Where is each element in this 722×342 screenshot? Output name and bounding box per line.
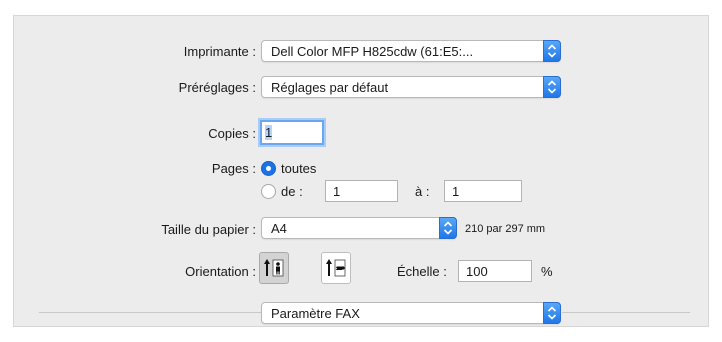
orientation-label: Orientation :: [185, 264, 256, 279]
pages-all-radio[interactable]: [261, 161, 276, 176]
portrait-icon: [260, 259, 288, 286]
chevron-updown-icon: [543, 40, 561, 62]
paper-size-value: A4: [271, 221, 287, 236]
pages-from-label: de :: [281, 184, 303, 199]
copies-label: Copies :: [208, 126, 256, 141]
print-dialog-panel: Imprimante : Dell Color MFP H825cdw (61:…: [13, 15, 709, 327]
pages-all-label: toutes: [281, 161, 317, 176]
section-popup[interactable]: Paramètre FAX: [261, 302, 561, 324]
presets-value: Réglages par défaut: [271, 80, 389, 95]
scale-unit: %: [541, 264, 553, 279]
chevron-updown-icon: [543, 76, 561, 98]
pages-to-value: 1: [452, 184, 460, 199]
section-divider-right: [562, 312, 690, 313]
orientation-landscape-button[interactable]: [321, 252, 351, 284]
printer-popup[interactable]: Dell Color MFP H825cdw (61:E5:...: [261, 40, 561, 62]
paper-size-popup[interactable]: A4: [261, 217, 457, 239]
printer-value: Dell Color MFP H825cdw (61:E5:...: [271, 44, 474, 59]
presets-popup[interactable]: Réglages par défaut: [261, 76, 561, 98]
presets-label: Préréglages :: [178, 80, 256, 95]
orientation-portrait-button[interactable]: [259, 252, 289, 284]
copies-value: 1: [265, 125, 273, 140]
pages-range-radio[interactable]: [261, 184, 276, 199]
printer-label: Imprimante :: [183, 44, 256, 59]
scale-field[interactable]: 100: [458, 260, 532, 282]
section-divider-left: [39, 312, 261, 313]
pages-label: Pages :: [211, 161, 256, 176]
pages-to-label: à :: [415, 184, 430, 199]
paper-dimensions: 210 par 297 mm: [465, 223, 546, 235]
section-value: Paramètre FAX: [271, 306, 360, 321]
chevron-updown-icon: [439, 217, 457, 239]
pages-from-field[interactable]: 1: [325, 180, 398, 202]
scale-label: Échelle :: [397, 264, 447, 279]
landscape-icon: [322, 259, 350, 286]
paper-size-label: Taille du papier :: [161, 222, 256, 237]
copies-field[interactable]: 1: [260, 120, 324, 145]
chevron-updown-icon: [543, 302, 561, 324]
pages-from-value: 1: [333, 184, 341, 199]
pages-to-field[interactable]: 1: [444, 180, 522, 202]
scale-value: 100: [466, 264, 488, 279]
